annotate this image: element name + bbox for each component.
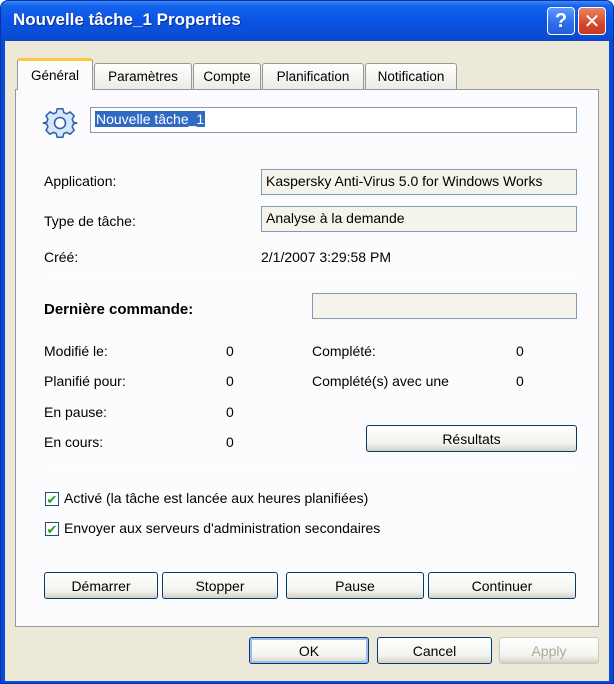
pause-button[interactable]: Pause [286, 572, 424, 599]
active-checkbox-label[interactable]: Activé (la tâche est lancée aux heures p… [64, 490, 368, 506]
close-icon: ✕ [583, 10, 601, 33]
separator [42, 470, 575, 471]
cancel-button[interactable]: Cancel [377, 637, 492, 664]
tab-account-label: Compte [203, 69, 251, 84]
running-value: 0 [226, 434, 234, 450]
gear-icon [42, 108, 78, 139]
help-icon: ? [554, 9, 568, 32]
start-button[interactable]: Démarrer [44, 572, 158, 599]
window-title: Nouvelle tâche_1 Properties [13, 10, 241, 29]
last-command-label: Dernière commande: [44, 301, 194, 318]
tab-account[interactable]: Compte [193, 63, 261, 89]
modified-value: 0 [226, 343, 234, 359]
tab-schedule-label: Planification [276, 69, 350, 84]
completed-error-label: Complété(s) avec une [312, 373, 449, 389]
task-type-value: Analyse à la demande [266, 210, 405, 226]
running-label: En cours: [44, 434, 104, 450]
continue-button[interactable]: Continuer [428, 572, 576, 599]
send-secondary-checkbox-label[interactable]: Envoyer aux serveurs d'administration se… [64, 520, 380, 536]
dialog-body: Général Paramètres Compte Planification … [5, 41, 609, 681]
application-value: Kaspersky Anti-Virus 5.0 for Windows Wor… [266, 173, 543, 189]
created-value: 2/1/2007 3:29:58 PM [261, 249, 391, 265]
close-button[interactable]: ✕ [578, 7, 606, 35]
planned-label: Planifié pour: [44, 373, 126, 389]
ok-button[interactable]: OK [249, 637, 369, 664]
title-bar[interactable]: Nouvelle tâche_1 Properties ? ✕ [1, 1, 613, 41]
tab-parameters[interactable]: Paramètres [94, 63, 192, 89]
help-button[interactable]: ? [547, 7, 575, 35]
tab-notification[interactable]: Notification [365, 63, 457, 89]
last-command-field[interactable] [312, 293, 577, 319]
tab-schedule[interactable]: Planification [262, 63, 364, 89]
apply-button[interactable]: Apply [499, 637, 599, 664]
completed-label: Complété: [312, 343, 376, 359]
tab-general[interactable]: Général [17, 58, 93, 90]
created-label: Créé: [44, 249, 79, 265]
planned-value: 0 [226, 373, 234, 389]
active-checkbox[interactable]: ✔ [45, 492, 59, 506]
task-type-field[interactable]: Analyse à la demande [261, 206, 577, 232]
separator [42, 277, 575, 278]
results-button[interactable]: Résultats [366, 425, 577, 452]
application-label: Application: [44, 173, 117, 189]
tab-notification-label: Notification [377, 69, 445, 84]
task-name-value: Nouvelle tâche_1 [95, 111, 206, 127]
paused-value: 0 [226, 404, 234, 420]
checkmark-icon: ✔ [46, 521, 58, 537]
tab-general-label: Général [30, 68, 80, 83]
task-name-field[interactable]: Nouvelle tâche_1 [90, 107, 577, 133]
tab-parameters-label: Paramètres [108, 69, 178, 84]
stop-button[interactable]: Stopper [162, 572, 278, 599]
general-tab-panel: Nouvelle tâche_1 Application: Kaspersky … [15, 89, 599, 627]
checkmark-icon: ✔ [46, 491, 58, 507]
task-type-label: Type de tâche: [44, 213, 136, 229]
send-secondary-checkbox[interactable]: ✔ [45, 522, 59, 536]
completed-error-value: 0 [516, 373, 524, 389]
modified-label: Modifié le: [44, 343, 108, 359]
application-field[interactable]: Kaspersky Anti-Virus 5.0 for Windows Wor… [261, 169, 577, 195]
properties-dialog: Nouvelle tâche_1 Properties ? ✕ Général … [0, 0, 614, 684]
paused-label: En pause: [44, 404, 108, 420]
completed-value: 0 [516, 343, 524, 359]
